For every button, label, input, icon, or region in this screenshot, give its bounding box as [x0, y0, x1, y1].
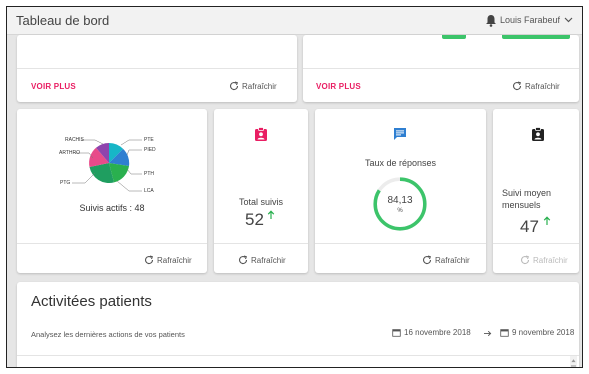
calendar-icon [392, 329, 401, 337]
suivis-pie-chart [72, 139, 142, 192]
status-bar [442, 35, 466, 39]
bell-icon[interactable] [485, 14, 497, 27]
scrollbar-thumb[interactable] [571, 365, 576, 367]
refresh-label: Rafraîchir [525, 81, 560, 91]
refresh-icon [145, 255, 154, 265]
refresh-label: Rafraîchir [435, 255, 470, 265]
date-to-picker[interactable]: 9 novembre 2018 [500, 328, 574, 337]
refresh-label: Rafraîchir [251, 255, 286, 265]
taux-reponses-card: Taux de réponses 84,13 % Rafraîchir [315, 109, 486, 273]
suivi-moyen-label-1: Suivi moyen [502, 188, 552, 198]
activites-card: Activitées patients Analysez les dernièr… [17, 282, 579, 367]
refresh-icon [521, 255, 530, 265]
refresh-label: Rafraîchir [157, 255, 192, 265]
date-from-picker[interactable]: 16 novembre 2018 [392, 328, 471, 337]
total-suivis-card: Total suivis 52 Rafraîchir [214, 109, 308, 273]
date-from: 16 novembre 2018 [404, 328, 471, 337]
top-left-card: VOIR PLUS Rafraîchir [17, 35, 297, 102]
activites-subtitle: Analysez les dernières actions de vos pa… [31, 330, 185, 339]
taux-reponses-unit: % [397, 208, 403, 214]
suivis-actifs-card: RACHIS ARTHRO PTG PTE PIED PTH LCA Suivi… [17, 109, 207, 273]
top-right-card: VOIR PLUS Rafraîchir [303, 35, 579, 102]
total-suivis-value: 52 [245, 210, 264, 229]
refresh-button[interactable]: Rafraîchir [520, 255, 568, 265]
refresh-icon [513, 81, 522, 91]
taux-reponses-label: Taux de réponses [364, 158, 437, 168]
total-suivis-label: Total suivis [238, 197, 283, 207]
app-frame: Tableau de bord Louis Farabeuf VOIR PLUS… [6, 6, 583, 368]
suivis-actifs-title: Suivis actifs : 48 [79, 203, 145, 213]
clipboard-user-icon [255, 127, 267, 141]
suivi-moyen-card: Suivi moyen mensuels 47 Rafraîchir [493, 109, 579, 273]
user-name[interactable]: Louis Farabeuf [500, 15, 560, 25]
scrollbar-track[interactable] [570, 356, 577, 367]
pie-label: PIED [144, 147, 156, 153]
clipboard-user-icon [532, 127, 544, 141]
pie-label: PTH [144, 171, 154, 177]
date-to: 9 novembre 2018 [512, 328, 575, 337]
status-bar [502, 35, 570, 39]
taux-reponses-value: 84,13 [387, 195, 413, 206]
refresh-button[interactable]: Rafraîchir [238, 255, 286, 265]
activites-title: Activitées patients [31, 293, 152, 310]
page-title: Tableau de bord [16, 13, 110, 28]
suivi-moyen-value: 47 [520, 217, 539, 236]
arrow-up-icon [543, 216, 551, 225]
top-bar: Tableau de bord Louis Farabeuf [7, 7, 582, 35]
pie-label: LCA [144, 188, 154, 194]
scroll-up-icon[interactable] [570, 358, 577, 363]
pie-label: PTE [144, 137, 154, 143]
refresh-button[interactable]: Rafraîchir [229, 81, 277, 91]
message-icon [394, 128, 406, 140]
suivi-moyen-label-2: mensuels [502, 200, 541, 210]
refresh-button[interactable]: Rafraîchir [422, 255, 470, 265]
voir-plus-link[interactable]: VOIR PLUS [31, 82, 76, 91]
refresh-icon [423, 255, 432, 265]
arrow-right-icon [484, 330, 492, 337]
voir-plus-link[interactable]: VOIR PLUS [316, 82, 361, 91]
refresh-icon [239, 255, 248, 265]
calendar-icon [500, 329, 509, 337]
refresh-icon [230, 81, 239, 91]
chevron-down-icon[interactable] [564, 15, 573, 24]
pie-label: RACHIS [65, 137, 84, 143]
refresh-label: Rafraîchir [533, 255, 568, 265]
arrow-up-icon [267, 210, 275, 219]
refresh-button[interactable]: Rafraîchir [144, 255, 192, 265]
refresh-button[interactable]: Rafraîchir [512, 81, 560, 91]
pie-label: PTG [60, 180, 71, 186]
refresh-label: Rafraîchir [242, 81, 277, 91]
pie-label: ARTHRO [59, 150, 81, 156]
